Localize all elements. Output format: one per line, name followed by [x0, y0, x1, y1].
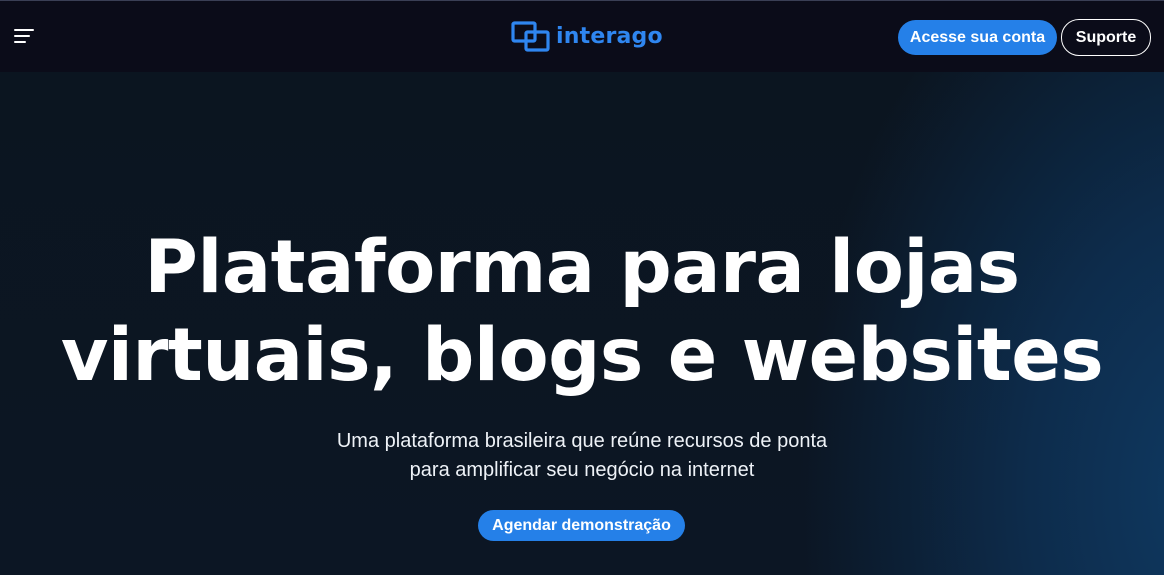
brand-logo[interactable]: interago — [511, 20, 663, 54]
hero-subtitle: Uma plataforma brasileira que reúne recu… — [0, 427, 1164, 485]
menu-line — [14, 29, 34, 31]
brand-name: interago — [556, 24, 663, 49]
hero-title: Plataforma para lojas virtuais, blogs e … — [0, 224, 1164, 400]
overlapping-squares-logo-icon — [511, 21, 550, 52]
top-navigation-bar: interago Acesse sua conta Suporte — [0, 0, 1164, 72]
support-button[interactable]: Suporte — [1061, 19, 1151, 56]
hero-subtitle-line: para amplificar seu negócio na internet — [409, 459, 755, 481]
hero-section: Plataforma para lojas virtuais, blogs e … — [0, 72, 1164, 575]
menu-line — [14, 41, 26, 43]
hero-title-line: virtuais, blogs e websites — [60, 313, 1104, 398]
menu-line — [14, 35, 30, 37]
hero-title-line: Plataforma para lojas — [144, 225, 1020, 310]
schedule-demo-button[interactable]: Agendar demonstração — [478, 510, 685, 541]
hamburger-menu-icon[interactable] — [12, 25, 38, 47]
access-account-button[interactable]: Acesse sua conta — [898, 20, 1057, 55]
hero-subtitle-line: Uma plataforma brasileira que reúne recu… — [336, 430, 828, 452]
landing-page: interago Acesse sua conta Suporte Plataf… — [0, 0, 1164, 575]
